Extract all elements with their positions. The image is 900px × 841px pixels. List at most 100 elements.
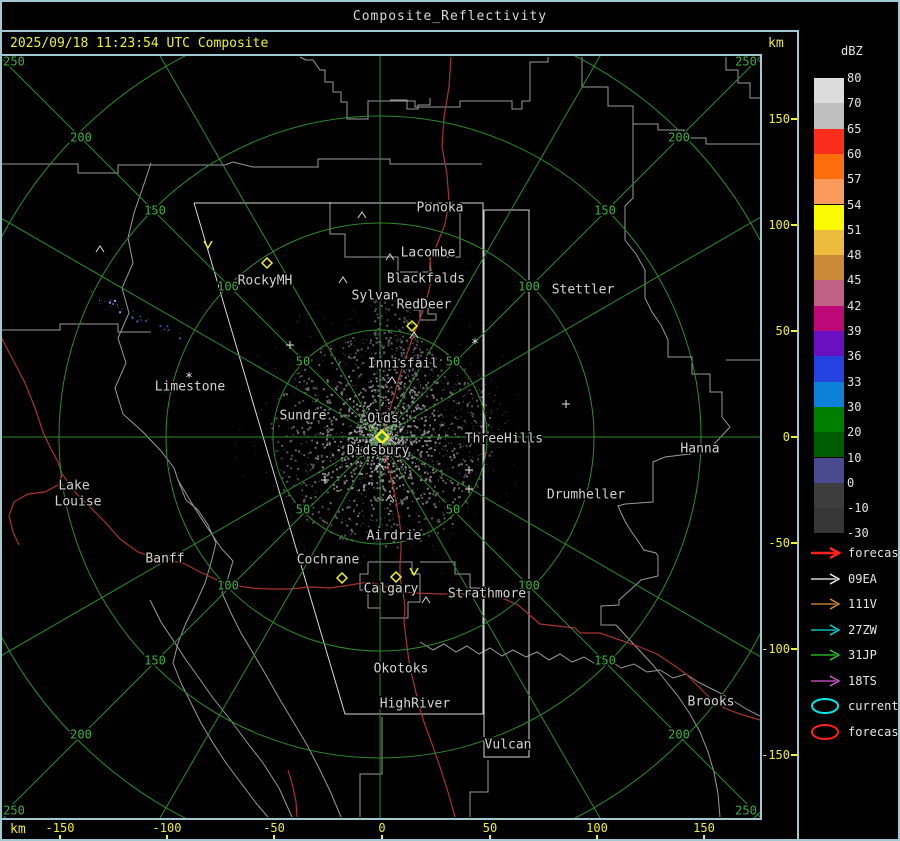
legend-ellipse-row: forecast (809, 723, 899, 740)
bottom-axis-tick-label: 50 (482, 821, 498, 835)
city-label: Hanna (680, 442, 719, 457)
ring-distance-label: 50 (446, 355, 460, 369)
city-label: Sylvan (352, 289, 399, 304)
county-boundary-line (420, 561, 486, 589)
city-label: Brooks (688, 695, 735, 710)
city-label: Airdrie (367, 529, 422, 544)
colorbar-cell (814, 305, 844, 331)
bottom-axis-tick-label: 150 (693, 821, 715, 835)
city-label: Strathmore (448, 587, 526, 602)
city-label: Didsbury (347, 444, 410, 459)
legend-vector-row: 27ZW (809, 622, 877, 638)
ring-distance-label: 150 (594, 654, 616, 668)
bottom-axis-tick-mark (489, 835, 491, 839)
ring-distance-label: 100 (518, 280, 540, 294)
bottom-axis-tick-mark (166, 835, 168, 839)
colorbar-boundary-label: 0 (847, 475, 855, 490)
ring-distance-label: 100 (217, 280, 239, 294)
bottom-axis-tick-label: -50 (263, 821, 285, 835)
bottom-axis-tick-label: -100 (152, 821, 182, 835)
ring-distance-label: 50 (296, 503, 310, 517)
plus-marker (286, 341, 294, 349)
colorbar-boundary-label: 20 (847, 425, 862, 440)
legend-vector-label: forecast (848, 546, 899, 560)
bottom-axis-tick-label: 100 (586, 821, 608, 835)
ring-distance-label: 250 (3, 56, 25, 69)
colorbar-boundary-label: 60 (847, 146, 862, 161)
radar-map-canvas: 50 5050 50100 100100 100150 150150 150200 20020… (2, 56, 760, 818)
bottom-axis-tick-label: -150 (45, 821, 75, 835)
city-label: Innisfail (368, 357, 438, 372)
plus-marker (465, 466, 473, 474)
ring-distance-label: 250 (735, 804, 757, 818)
county-boundary-line (2, 323, 151, 333)
plus-marker (562, 400, 570, 408)
county-boundary-line (469, 760, 489, 817)
legend-ellipse-label: current (848, 699, 899, 713)
track-ellipse-icon (811, 723, 839, 740)
right-axis-unit-label: km (768, 36, 784, 51)
colorbar-boundary-label: 30 (847, 399, 862, 414)
right-axis-tick-label: -150 (761, 748, 790, 762)
bottom-axis-tick-mark (273, 835, 275, 839)
right-axis-tick-label: 150 (768, 112, 790, 126)
county-boundary-line (600, 106, 731, 818)
bottom-axis-tick-mark (381, 835, 383, 839)
city-label: Lacombe (401, 246, 456, 261)
colorbar-title: dBZ (841, 44, 863, 58)
plus-marker (321, 476, 329, 484)
colorbar-cell (814, 204, 844, 230)
colorbar-cell (814, 482, 844, 509)
ring-distance-label: 150 (594, 204, 616, 218)
right-distance-axis: 150 100 50 0 -50 -100 -150 (761, 56, 798, 816)
window-title: Composite_Reflectivity (352, 8, 548, 24)
county-boundary-line (149, 599, 293, 818)
legend-vector-label: 18TS (848, 673, 877, 688)
city-label: RockyMH (238, 274, 293, 289)
city-label: Stettler (552, 283, 615, 298)
caret-marker (95, 245, 105, 253)
radar-map-display[interactable]: 50 50 50 50 100 100 100 100 150 150 150 150 200 200 20… (2, 54, 762, 820)
colorbar-boundary-label: 33 (847, 374, 862, 389)
county-boundary-line (177, 479, 342, 818)
colorbar-boundary-label: -10 (847, 501, 869, 516)
colorbar-boundary-label: 51 (847, 222, 862, 237)
ring-distance-label: 100 (217, 579, 239, 593)
colorbar-boundary-label: 65 (847, 121, 862, 136)
county-boundary-line (299, 56, 549, 120)
city-label: Sundre (280, 409, 327, 424)
right-axis-tick-label: -50 (768, 536, 790, 550)
city-label: RedDeer (397, 298, 452, 313)
colorbar-cell (814, 103, 844, 129)
legend-vector-row: 31JP (809, 647, 877, 663)
timestamp-label: 2025/09/18 11:23:54 UTC Composite (10, 36, 269, 51)
city-label: Drumheller (547, 488, 625, 503)
colorbar-boundary-label: 42 (847, 298, 862, 313)
right-axis-tick-label: 0 (782, 430, 790, 444)
ring-distance-label: 200 (70, 728, 92, 742)
radar-application-window: Composite_Reflectivity 2025/09/18 11:23:… (0, 0, 900, 841)
track-arrow-icon (811, 572, 841, 585)
colorbar-legend-panel: dBZ 80 70 65 60 57 54 51 48 45 42 39 36 33 30 20 10 0 -10… (797, 30, 899, 839)
ring-distance-label: 200 (70, 131, 92, 145)
bottom-axis-tick-mark (59, 835, 61, 839)
legend-ellipse-row: current (809, 698, 899, 714)
track-arrow-icon (811, 674, 841, 687)
colorbar-cell (814, 406, 844, 433)
colorbar-boundary-label: 39 (847, 324, 862, 338)
title-bar: Composite_Reflectivity (2, 2, 898, 32)
right-axis-tick-label: 50 (775, 324, 790, 338)
colorbar-boundary-label: 70 (847, 96, 862, 111)
colorbar-cell (814, 432, 844, 458)
bottom-axis-tick-mark (703, 835, 705, 839)
colorbar-boundary-label: 10 (847, 450, 862, 465)
legend-vector-label: 27ZW (848, 622, 877, 637)
track-arrow-icon (811, 623, 841, 636)
legend-vector-row: 111V (809, 596, 877, 612)
star-marker: * (471, 337, 479, 352)
colorbar-cell (814, 457, 844, 483)
legend-ellipse-label: forecast (848, 724, 899, 739)
track-arrow-icon (811, 649, 841, 661)
ring-distance-label: 250 (735, 56, 757, 69)
colorbar-boundary-label: 57 (847, 172, 862, 187)
